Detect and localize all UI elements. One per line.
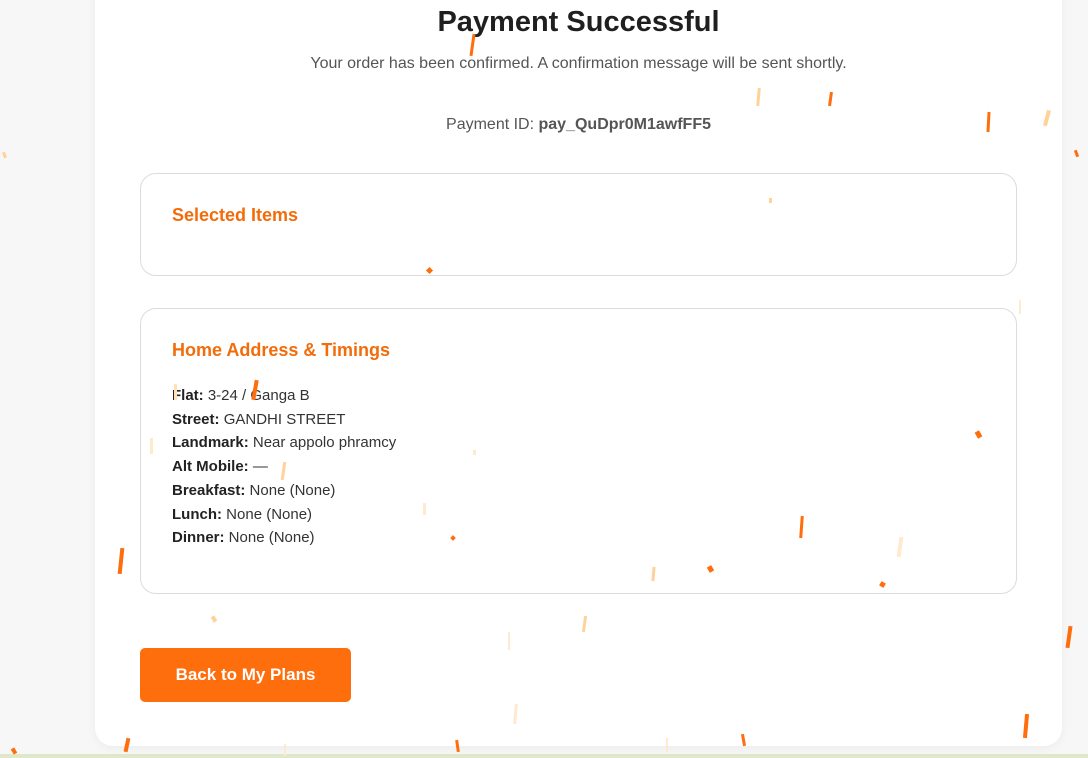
detail-value: None (None) bbox=[228, 529, 315, 547]
detail-row-dinner: Dinner: None (None) bbox=[172, 526, 396, 550]
back-to-my-plans-button[interactable]: Back to My Plans bbox=[140, 648, 351, 702]
address-timings-title: Home Address & Timings bbox=[172, 340, 391, 360]
detail-row-breakfast: Breakfast: None (None) bbox=[172, 479, 396, 503]
detail-label: Dinner: bbox=[172, 529, 225, 547]
detail-value: None (None) bbox=[226, 505, 313, 523]
page-title: Payment Successful bbox=[437, 6, 720, 38]
payment-id: Payment ID: pay_QuDpr0M1awfFF5 bbox=[95, 116, 1062, 134]
selected-items-section: Selected Items bbox=[140, 173, 1017, 276]
detail-value: — bbox=[252, 458, 268, 476]
detail-value: Near appolo phramcy bbox=[252, 434, 397, 452]
payment-id-label: Payment ID: bbox=[446, 116, 535, 133]
detail-value: 3-24 / Ganga B bbox=[207, 387, 310, 404]
payment-id-value: pay_QuDpr0M1awfFF5 bbox=[538, 116, 711, 133]
detail-label: Landmark: bbox=[172, 434, 249, 452]
selected-items-title: Selected Items bbox=[172, 205, 299, 225]
confetti-piece bbox=[2, 151, 7, 159]
confetti-piece bbox=[1073, 149, 1080, 158]
detail-label: Lunch: bbox=[172, 505, 222, 523]
detail-row-flat: Flat: 3-24 / Ganga B bbox=[172, 384, 396, 408]
detail-label: Flat: bbox=[172, 387, 204, 404]
detail-label: Breakfast: bbox=[172, 481, 246, 499]
payment-success-card: Payment Successful Your order has been c… bbox=[95, 0, 1062, 746]
page-bottom-strip bbox=[0, 754, 1088, 758]
address-timings-section: Home Address & Timings Flat: 3-24 / Gang… bbox=[140, 308, 1017, 594]
detail-row-alt-mobile: Alt Mobile: — bbox=[172, 455, 396, 479]
detail-label: Alt Mobile: bbox=[172, 458, 249, 476]
address-details: Flat: 3-24 / Ganga B Street: GANDHI STRE… bbox=[172, 384, 396, 550]
detail-value: GANDHI STREET bbox=[223, 410, 346, 428]
detail-label: Street: bbox=[172, 410, 220, 428]
detail-row-landmark: Landmark: Near appolo phramcy bbox=[172, 431, 396, 455]
detail-value: None (None) bbox=[249, 481, 336, 499]
detail-row-lunch: Lunch: None (None) bbox=[172, 503, 396, 527]
confirmation-message: Your order has been confirmed. A confirm… bbox=[310, 55, 847, 72]
detail-row-street: Street: GANDHI STREET bbox=[172, 408, 396, 432]
confetti-piece bbox=[1065, 625, 1073, 649]
